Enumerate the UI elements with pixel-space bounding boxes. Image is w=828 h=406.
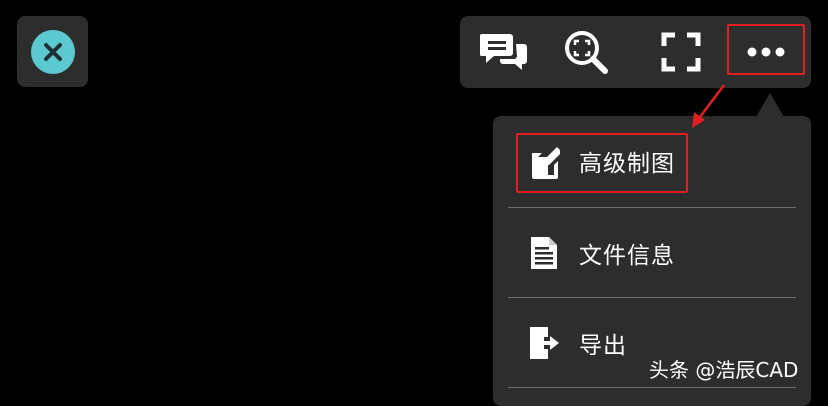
annotation-arrow — [692, 84, 725, 128]
watermark: 头条 @浩辰CAD — [649, 358, 799, 382]
